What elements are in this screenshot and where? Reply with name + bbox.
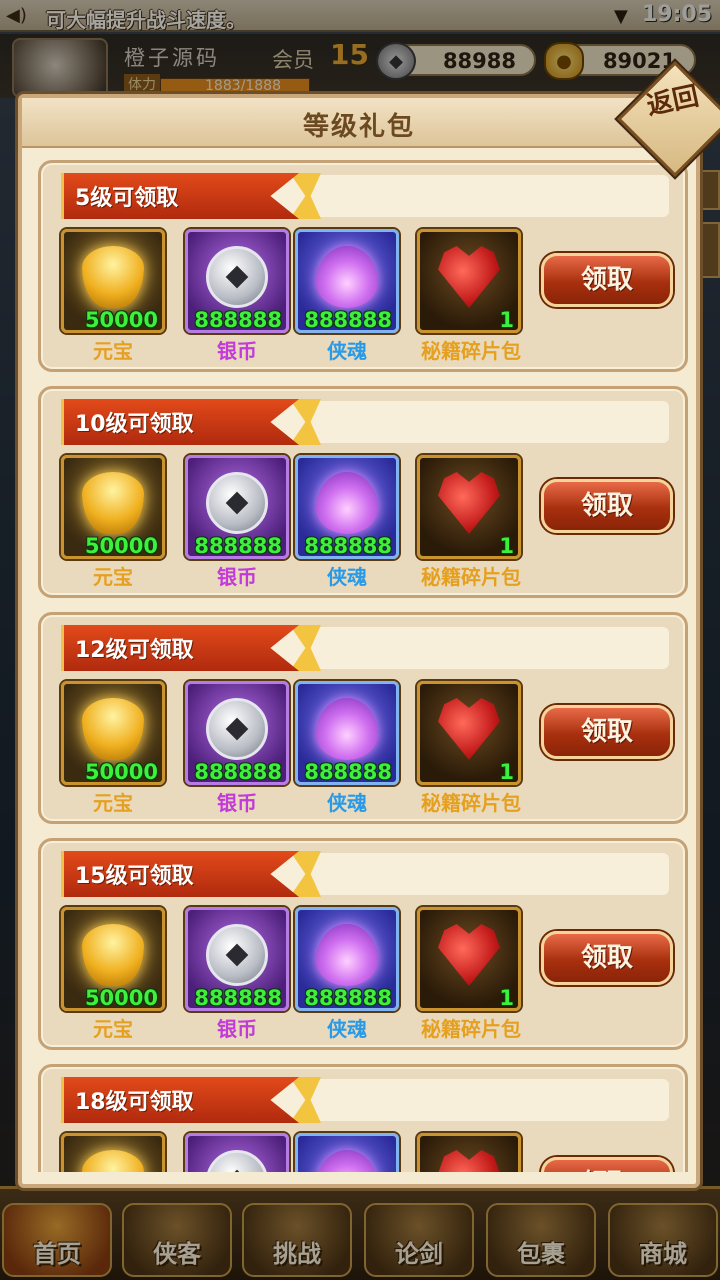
gold-ingot-icon xyxy=(82,246,144,308)
item-name-gift: 秘籍碎片包 xyxy=(421,1017,521,1041)
reward-item-yuanbao[interactable]: 50000 xyxy=(61,907,165,1011)
reward-item-silver[interactable] xyxy=(185,1133,289,1172)
item-quantity: 50000 xyxy=(84,986,158,1010)
item-quantity: 1 xyxy=(499,534,514,558)
gold-ingot-icon xyxy=(82,472,144,534)
soul-flame-icon xyxy=(316,924,378,986)
item-quantity: 888888 xyxy=(304,308,392,332)
reward-card: 10级可领取 50000 888888 888888 1 元宝 银币 侠魂 秘籍… xyxy=(38,386,688,598)
reward-level-title: 10级可领取 xyxy=(75,412,194,437)
item-name-gift: 秘籍碎片包 xyxy=(421,791,521,815)
silver-coin-icon xyxy=(206,1150,268,1172)
reward-card: 18级可领取 元宝 银币 侠魂 秘籍碎片包 领取 xyxy=(38,1064,688,1172)
reward-level-title: 12级可领取 xyxy=(75,638,194,663)
item-name-soul: 侠魂 xyxy=(327,565,367,589)
reward-list[interactable]: 5级可领取 50000 888888 888888 1 元宝 银币 侠魂 秘籍碎… xyxy=(32,160,690,1172)
item-name-yuanbao: 元宝 xyxy=(93,1017,133,1041)
soul-flame-icon xyxy=(316,246,378,308)
item-quantity: 50000 xyxy=(84,534,158,558)
item-quantity: 888888 xyxy=(194,534,282,558)
claim-button[interactable]: 领取 xyxy=(541,1157,673,1172)
item-name-silver: 银币 xyxy=(217,339,257,363)
item-quantity: 888888 xyxy=(304,534,392,558)
reward-card: 12级可领取 50000 888888 888888 1 元宝 银币 侠魂 秘籍… xyxy=(38,612,688,824)
soul-flame-icon xyxy=(316,1150,378,1172)
gift-heart-icon xyxy=(438,698,500,760)
reward-item-soul[interactable]: 888888 xyxy=(295,229,399,333)
reward-item-silver[interactable]: 888888 xyxy=(185,455,289,559)
gift-heart-icon xyxy=(438,246,500,308)
reward-level-title: 15级可领取 xyxy=(75,864,194,889)
item-quantity: 50000 xyxy=(84,760,158,784)
item-quantity: 888888 xyxy=(194,986,282,1010)
item-quantity: 1 xyxy=(499,308,514,332)
item-name-silver: 银币 xyxy=(217,791,257,815)
soul-flame-icon xyxy=(316,472,378,534)
item-name-soul: 侠魂 xyxy=(327,791,367,815)
reward-item-yuanbao[interactable] xyxy=(61,1133,165,1172)
item-quantity: 888888 xyxy=(194,308,282,332)
silver-coin-icon xyxy=(206,924,268,986)
reward-item-silver[interactable]: 888888 xyxy=(185,907,289,1011)
reward-card: 15级可领取 50000 888888 888888 1 元宝 银币 侠魂 秘籍… xyxy=(38,838,688,1050)
item-quantity: 1 xyxy=(499,760,514,784)
gold-ingot-icon xyxy=(82,924,144,986)
item-name-silver: 银币 xyxy=(217,565,257,589)
gold-ingot-icon xyxy=(82,698,144,760)
reward-item-yuanbao[interactable]: 50000 xyxy=(61,455,165,559)
silver-coin-icon xyxy=(206,698,268,760)
item-quantity: 50000 xyxy=(84,308,158,332)
item-name-soul: 侠魂 xyxy=(327,1017,367,1041)
silver-coin-icon xyxy=(206,472,268,534)
reward-item-soul[interactable] xyxy=(295,1133,399,1172)
reward-item-gift[interactable] xyxy=(417,1133,521,1172)
reward-item-soul[interactable]: 888888 xyxy=(295,907,399,1011)
reward-item-gift[interactable]: 1 xyxy=(417,907,521,1011)
dialog-header: 等级礼包 xyxy=(22,98,696,148)
silver-coin-icon xyxy=(206,246,268,308)
item-name-silver: 银币 xyxy=(217,1017,257,1041)
claim-button[interactable]: 领取 xyxy=(541,705,673,759)
item-quantity: 1 xyxy=(499,986,514,1010)
claim-button[interactable]: 领取 xyxy=(541,479,673,533)
reward-item-silver[interactable]: 888888 xyxy=(185,229,289,333)
gift-heart-icon xyxy=(438,472,500,534)
reward-level-title: 5级可领取 xyxy=(75,186,179,211)
reward-item-soul[interactable]: 888888 xyxy=(295,455,399,559)
level-gift-dialog: 等级礼包 5级可领取 50000 888888 888888 1 元宝 银币 侠… xyxy=(18,94,700,1188)
item-quantity: 888888 xyxy=(194,760,282,784)
gold-ingot-icon xyxy=(82,1150,144,1172)
reward-item-gift[interactable]: 1 xyxy=(417,681,521,785)
item-quantity: 888888 xyxy=(304,986,392,1010)
dialog-title: 等级礼包 xyxy=(302,112,415,142)
item-name-yuanbao: 元宝 xyxy=(93,339,133,363)
item-name-yuanbao: 元宝 xyxy=(93,791,133,815)
reward-level-title: 18级可领取 xyxy=(75,1090,194,1115)
item-name-yuanbao: 元宝 xyxy=(93,565,133,589)
reward-item-yuanbao[interactable]: 50000 xyxy=(61,229,165,333)
reward-item-soul[interactable]: 888888 xyxy=(295,681,399,785)
claim-button[interactable]: 领取 xyxy=(541,253,673,307)
reward-item-gift[interactable]: 1 xyxy=(417,455,521,559)
gift-heart-icon xyxy=(438,924,500,986)
reward-item-gift[interactable]: 1 xyxy=(417,229,521,333)
item-name-gift: 秘籍碎片包 xyxy=(421,339,521,363)
gift-heart-icon xyxy=(438,1150,500,1172)
game-screen: ◀) 可大幅提升战斗速度。 ▼ 19:05 橙子源码 会员 15 ◆ 88988… xyxy=(0,0,720,1280)
item-name-gift: 秘籍碎片包 xyxy=(421,565,521,589)
item-quantity: 888888 xyxy=(304,760,392,784)
claim-button[interactable]: 领取 xyxy=(541,931,673,985)
item-name-soul: 侠魂 xyxy=(327,339,367,363)
soul-flame-icon xyxy=(316,698,378,760)
reward-card: 5级可领取 50000 888888 888888 1 元宝 银币 侠魂 秘籍碎… xyxy=(38,160,688,372)
reward-item-yuanbao[interactable]: 50000 xyxy=(61,681,165,785)
reward-item-silver[interactable]: 888888 xyxy=(185,681,289,785)
